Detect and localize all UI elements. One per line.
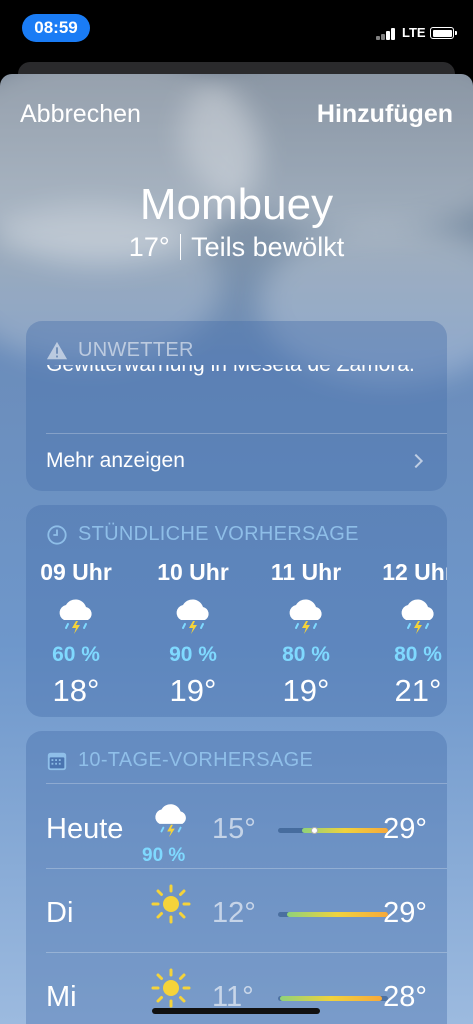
warning-icon [46, 341, 68, 359]
hour-precip: 90 % [169, 643, 217, 666]
alert-header: UNWETTER [46, 339, 194, 362]
divider [46, 783, 447, 784]
day-high-temp: 29° [383, 813, 427, 845]
day-low-temp: 15° [212, 813, 256, 845]
daily-header: 10-TAGE-VORHERSAGE [46, 749, 313, 772]
hour-temperature: 18° [52, 673, 100, 708]
hour-temperature: 21° [394, 673, 442, 708]
temperature-range-bar [278, 827, 388, 834]
temperature-range-fill [286, 912, 388, 917]
separator [179, 234, 182, 260]
hour-precip: 80 % [394, 643, 442, 666]
show-more-button[interactable]: Mehr anzeigen [46, 449, 427, 473]
hour-time: 10 Uhr [157, 559, 229, 585]
hour-temperature: 19° [282, 673, 330, 708]
hourly-forecast-card[interactable]: STÜNDLICHE VORHERSAGE 09 Uhr 60 % 18° 10… [26, 505, 447, 717]
hour-temperature: 19° [169, 673, 217, 708]
temperature-range-bar [278, 912, 388, 917]
alert-text: Gewitterwarnung in Meseta de Zamora. [46, 365, 427, 423]
severe-weather-card[interactable]: UNWETTER Gewitterwarnung in Meseta de Za… [26, 321, 447, 491]
hour-time: 12 Uhr [382, 559, 447, 585]
show-more-label: Mehr anzeigen [46, 449, 185, 472]
battery-icon [430, 27, 457, 39]
hour-time: 09 Uhr [40, 559, 112, 585]
alert-title: UNWETTER [78, 339, 194, 361]
ten-day-forecast-card[interactable]: 10-TAGE-VORHERSAGE Heute 90 % 15° 29° Di [26, 731, 447, 1024]
current-temperature: 17° [128, 232, 170, 262]
thunderstorm-icon [59, 599, 92, 634]
current-summary: 17° Teils bewölkt [0, 232, 473, 263]
day-name: Di [46, 897, 74, 929]
hour-item: 11 Uhr 80 % 19° [266, 559, 346, 709]
home-indicator[interactable] [152, 1008, 320, 1014]
thunderstorm-icon [289, 599, 322, 634]
add-location-sheet: Abbrechen Hinzufügen Mombuey 17° Teils be… [0, 74, 473, 1024]
current-condition: Teils bewölkt [191, 232, 345, 262]
thunderstorm-icon [155, 804, 186, 838]
hour-item: 09 Uhr 60 % 18° [36, 559, 116, 709]
clock-icon [47, 524, 67, 545]
day-low-temp: 12° [212, 897, 256, 929]
calendar-icon [47, 752, 67, 770]
day-row[interactable]: Di 12° 29° [46, 869, 427, 953]
day-high-temp: 28° [383, 981, 427, 1013]
hour-precip: 60 % [52, 643, 100, 666]
day-precip: 90 % [142, 845, 186, 866]
hourly-header: STÜNDLICHE VORHERSAGE [46, 523, 359, 546]
hour-item: 10 Uhr 90 % 19° [153, 559, 233, 709]
network-type: LTE [402, 25, 426, 40]
hour-item: 12 Uhr 80 % 21° [378, 559, 447, 709]
day-name: Mi [46, 981, 77, 1013]
daily-title: 10-TAGE-VORHERSAGE [78, 749, 314, 771]
hour-precip: 80 % [282, 643, 330, 666]
cancel-button[interactable]: Abbrechen [20, 100, 141, 129]
status-time[interactable]: 08:59 [22, 14, 90, 42]
sun-icon [151, 968, 191, 1008]
sun-icon [151, 884, 191, 924]
thunderstorm-icon [401, 599, 434, 634]
city-name: Mombuey [139, 180, 334, 229]
status-bar: 08:59 LTE [0, 0, 473, 56]
divider [46, 433, 447, 434]
thunderstorm-icon [176, 599, 209, 634]
chevron-right-icon [408, 453, 424, 469]
cellular-signal-icon [376, 26, 398, 40]
day-name: Heute [46, 813, 124, 845]
hour-time: 11 Uhr [270, 559, 342, 585]
temperature-range-bar [278, 996, 388, 1001]
temperature-range-fill [280, 996, 383, 1001]
hourly-title: STÜNDLICHE VORHERSAGE [78, 523, 359, 545]
alert-message: Gewitterwarnung in Meseta de Zamora. [46, 365, 427, 379]
day-row[interactable]: Heute 90 % 15° 29° [46, 785, 427, 869]
day-high-temp: 29° [383, 897, 427, 929]
add-button[interactable]: Hinzufügen [317, 100, 453, 129]
